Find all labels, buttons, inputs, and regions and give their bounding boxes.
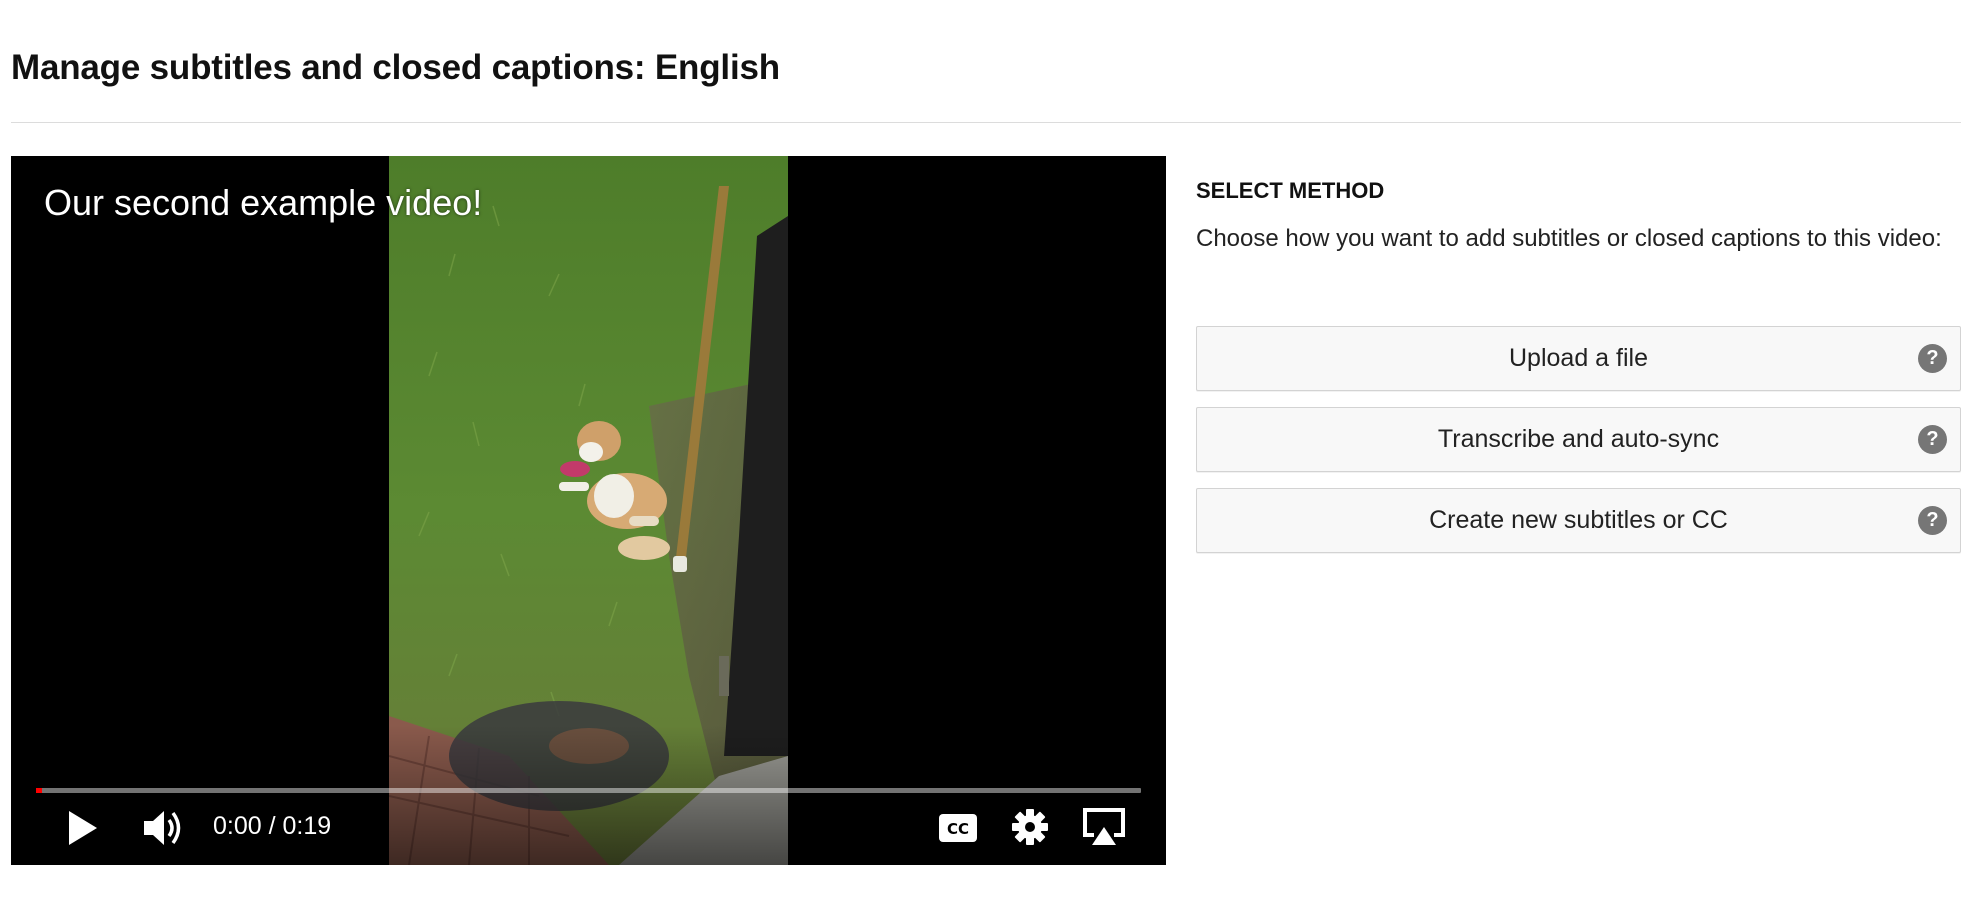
create-new-subtitles-button[interactable]: Create new subtitles or CC ?: [1196, 488, 1961, 553]
airplay-button[interactable]: [1079, 804, 1129, 850]
settings-button[interactable]: [1007, 804, 1053, 850]
progress-bar-played: [36, 788, 42, 793]
create-new-subtitles-button-label: Create new subtitles or CC: [1429, 506, 1728, 534]
transcribe-auto-sync-button-label: Transcribe and auto-sync: [1437, 425, 1720, 453]
airplay-icon: [1083, 808, 1125, 845]
gear-icon: [1012, 809, 1048, 845]
svg-text:CC: CC: [947, 820, 969, 838]
play-icon: [69, 811, 97, 845]
time-display: 0:00 / 0:19: [213, 812, 332, 840]
play-button[interactable]: [61, 806, 105, 850]
select-method-heading: SELECT METHOD: [1196, 178, 1385, 203]
select-method-description: Choose how you want to add subtitles or …: [1196, 225, 1942, 252]
page: Manage subtitles and closed captions: En…: [0, 0, 1970, 916]
closed-captions-icon: CC: [939, 814, 977, 842]
help-icon[interactable]: ?: [1918, 506, 1947, 535]
caption-overlay-text: Our second example video!: [44, 182, 483, 223]
page-title: Manage subtitles and closed captions: En…: [11, 48, 780, 87]
transcribe-auto-sync-button[interactable]: Transcribe and auto-sync ?: [1196, 407, 1961, 472]
upload-file-button-label: Upload a file: [1509, 344, 1648, 372]
volume-button[interactable]: [139, 806, 189, 850]
progress-bar[interactable]: [36, 788, 1141, 793]
help-icon[interactable]: ?: [1918, 425, 1947, 454]
title-divider: [11, 122, 1961, 123]
upload-file-button[interactable]: Upload a file ?: [1196, 326, 1961, 391]
closed-captions-button[interactable]: CC: [936, 806, 980, 850]
help-icon[interactable]: ?: [1918, 344, 1947, 373]
video-player[interactable]: Our second example video! 0:00 / 0:19 CC: [11, 156, 1166, 865]
volume-icon: [144, 811, 181, 845]
